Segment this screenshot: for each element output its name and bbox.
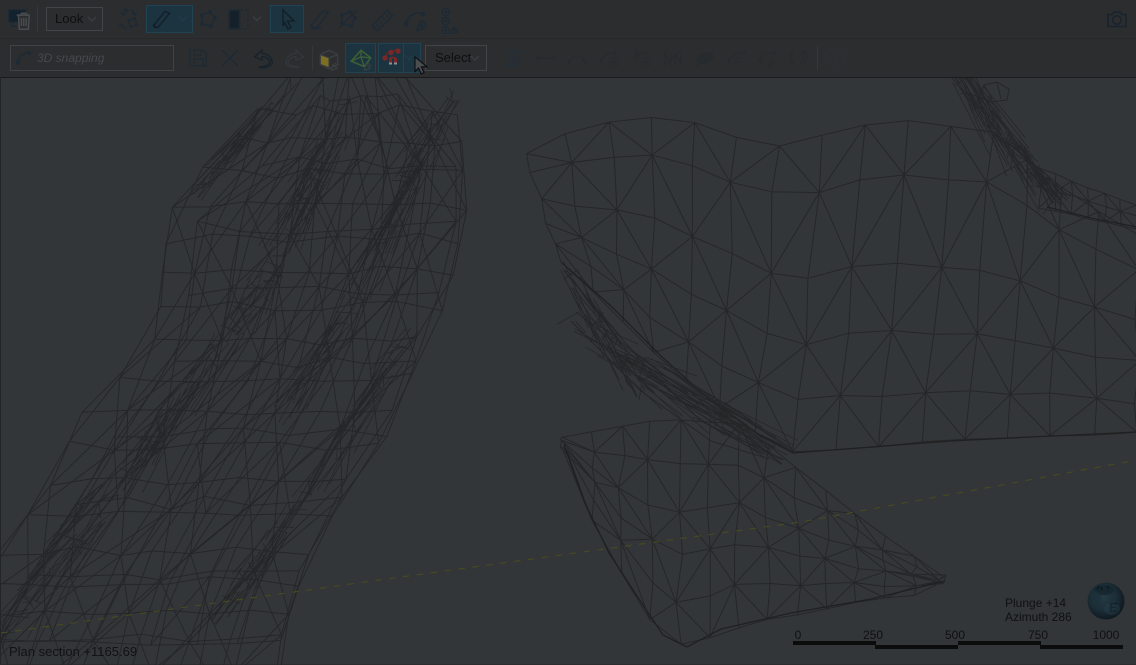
svg-text:3D: 3D [733,56,743,65]
